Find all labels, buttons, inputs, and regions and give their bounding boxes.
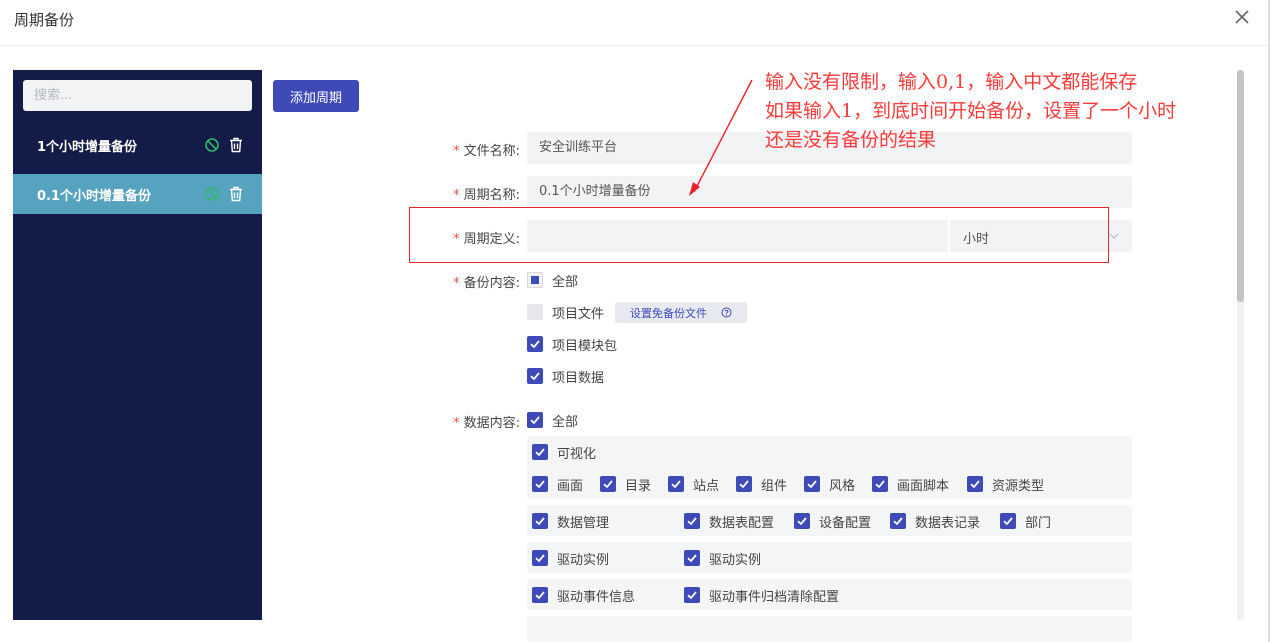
ban-icon[interactable]: [204, 137, 220, 153]
data-all-checkbox[interactable]: [527, 412, 543, 428]
required-mark: *: [453, 144, 460, 159]
component-checkbox[interactable]: [736, 476, 752, 492]
add-cycle-button[interactable]: 添加周期: [273, 80, 359, 112]
driver-instance-checkbox[interactable]: [532, 550, 548, 566]
driver-event-info-checkbox[interactable]: [532, 587, 548, 603]
project-module-checkbox[interactable]: [527, 336, 543, 352]
ban-icon[interactable]: [204, 186, 220, 202]
cycle-name-label: * 周期名称:: [453, 188, 520, 203]
site-label: 站点: [693, 479, 720, 494]
screen-label: 画面: [557, 479, 584, 494]
required-mark: *: [453, 416, 460, 431]
event-archive-config-checkbox[interactable]: [684, 587, 700, 603]
table-config-checkbox[interactable]: [684, 513, 700, 529]
chevron-down-icon: [1109, 233, 1119, 239]
cycle-unit-select[interactable]: 小时: [950, 220, 1132, 252]
annotation-arrow-icon: [689, 79, 753, 196]
project-data-checkbox[interactable]: [527, 368, 543, 384]
set-exempt-files-label: 设置免备份文件: [630, 307, 707, 320]
driver-instance-sub-label: 驱动实例: [709, 553, 762, 568]
required-mark: *: [453, 276, 460, 291]
visualization-checkbox[interactable]: [532, 444, 548, 460]
sidebar-item-label: 0.1个小时增量备份: [37, 189, 152, 204]
dialog-title: 周期备份: [14, 11, 75, 29]
resource-type-checkbox[interactable]: [967, 476, 983, 492]
backup-dialog: 周期备份 1个小时增量备份 0.1个小时增量备份: [0, 0, 1270, 642]
backup-all-checkbox[interactable]: [527, 272, 543, 288]
component-label: 组件: [761, 479, 788, 494]
department-checkbox[interactable]: [1000, 513, 1016, 529]
device-config-checkbox[interactable]: [794, 513, 810, 529]
cycle-sidebar: 1个小时增量备份 0.1个小时增量备份: [13, 70, 262, 620]
event-archive-config-label: 驱动事件归档清除配置: [709, 590, 840, 605]
required-mark: *: [453, 232, 460, 247]
required-mark: *: [453, 188, 460, 203]
data-management-checkbox[interactable]: [532, 513, 548, 529]
cycle-name-field[interactable]: 0.1个小时增量备份: [527, 176, 1132, 208]
trash-icon[interactable]: [229, 137, 243, 153]
project-module-label: 项目模块包: [552, 339, 618, 354]
sidebar-item-label: 1个小时增量备份: [37, 140, 138, 155]
cycle-def-label: * 周期定义:: [453, 232, 520, 247]
help-icon: [721, 307, 732, 318]
project-files-label: 项目文件: [552, 307, 605, 322]
cycle-def-input[interactable]: [527, 220, 948, 252]
driver-instance-group: [527, 542, 1132, 573]
driver-instance-label: 驱动实例: [557, 553, 610, 568]
driver-instance-sub-checkbox[interactable]: [684, 550, 700, 566]
backup-all-label: 全部: [552, 275, 579, 290]
search-input[interactable]: [23, 80, 252, 111]
data-all-label: 全部: [552, 415, 579, 430]
device-config-label: 设备配置: [819, 516, 872, 531]
backup-content-label: * 备份内容:: [453, 276, 520, 291]
table-records-label: 数据表记录: [915, 516, 981, 531]
file-name-label: * 文件名称:: [453, 144, 520, 159]
department-label: 部门: [1025, 516, 1052, 531]
scrollbar-thumb[interactable]: [1237, 70, 1244, 302]
set-exempt-files-button[interactable]: 设置免备份文件: [615, 302, 747, 323]
resource-type-label: 资源类型: [992, 479, 1045, 494]
screen-script-checkbox[interactable]: [872, 476, 888, 492]
site-checkbox[interactable]: [668, 476, 684, 492]
data-management-label: 数据管理: [557, 516, 610, 531]
trash-icon[interactable]: [229, 186, 243, 202]
directory-label: 目录: [625, 479, 652, 494]
annotation-line-2: 如果输入1，到底时间开始备份，设置了一个小时: [765, 100, 1177, 122]
cycle-unit-value: 小时: [963, 232, 990, 247]
style-label: 风格: [829, 479, 856, 494]
close-icon[interactable]: [1233, 8, 1251, 26]
driver-event-info-label: 驱动事件信息: [557, 590, 636, 605]
sidebar-item-0.1h-backup[interactable]: 0.1个小时增量备份: [13, 174, 262, 214]
project-data-label: 项目数据: [552, 371, 605, 386]
annotation-line-3: 还是没有备份的结果: [765, 129, 937, 151]
table-config-label: 数据表配置: [709, 516, 775, 531]
annotation-line-1: 输入没有限制，输入0,1，输入中文都能保存: [765, 71, 1138, 93]
sidebar-item-1h-backup[interactable]: 1个小时增量备份: [13, 125, 262, 165]
next-group: [527, 616, 1132, 642]
data-content-label: * 数据内容:: [453, 416, 520, 431]
directory-checkbox[interactable]: [600, 476, 616, 492]
screen-checkbox[interactable]: [532, 476, 548, 492]
dialog-header: 周期备份: [0, 0, 1270, 46]
style-checkbox[interactable]: [804, 476, 820, 492]
visualization-label: 可视化: [557, 447, 597, 462]
project-files-checkbox[interactable]: [527, 304, 543, 320]
screen-script-label: 画面脚本: [897, 479, 950, 494]
scrollbar[interactable]: [1237, 70, 1244, 620]
table-records-checkbox[interactable]: [890, 513, 906, 529]
